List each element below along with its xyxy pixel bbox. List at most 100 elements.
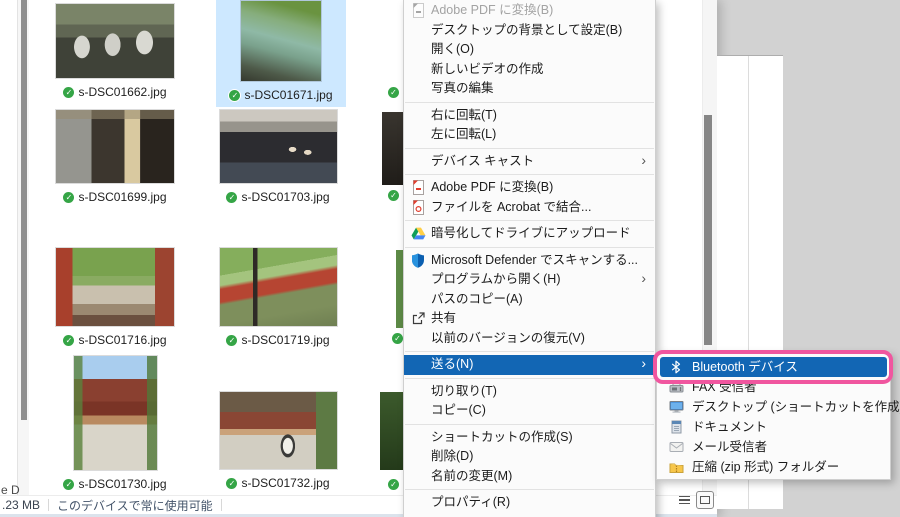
submenu-item-zip-folder[interactable]: 圧縮 (zip 形式) フォルダー	[660, 457, 887, 477]
submenu-item-mail-recipient[interactable]: メール受信者	[660, 437, 887, 457]
submenu-arrow-icon: ›	[641, 355, 646, 371]
menu-item-properties[interactable]: プロパティ(R)	[404, 493, 655, 513]
documents-icon	[668, 419, 684, 435]
submenu-item-documents[interactable]: ドキュメント	[660, 417, 887, 437]
menu-item-open[interactable]: 開く(O)	[404, 40, 655, 60]
menu-item-set-desktop-background[interactable]: デスクトップの背景として設定(B)	[404, 21, 655, 41]
sync-check-icon: ✓	[226, 191, 238, 203]
status-availability: このデバイスで常に使用可能	[57, 498, 213, 513]
sync-check-icon: ✓	[388, 479, 399, 490]
acrobat-combine-icon	[410, 199, 426, 215]
menu-item-send-to[interactable]: 送る(N) ›	[404, 355, 655, 375]
menu-separator	[405, 423, 654, 425]
menu-separator	[405, 246, 654, 248]
file-name: s-DSC01719.jpg	[241, 333, 330, 347]
menu-item-create-shortcut[interactable]: ショートカットの作成(S)	[404, 428, 655, 448]
file-tile[interactable]: ✓ s-DSC01703.jpg	[210, 110, 346, 204]
menu-item-create-new-video[interactable]: 新しいビデオの作成	[404, 60, 655, 80]
sync-check-icon: ✓	[63, 478, 75, 490]
file-name: s-DSC01716.jpg	[78, 333, 167, 347]
menu-separator	[405, 220, 654, 221]
menu-item-cast-to-device[interactable]: デバイス キャスト ›	[404, 152, 655, 172]
defender-shield-icon	[410, 252, 426, 268]
share-icon	[410, 311, 426, 327]
menu-separator	[405, 489, 654, 490]
file-tile[interactable]: ✓ s-DSC01699.jpg	[47, 110, 183, 204]
menu-separator	[405, 377, 654, 379]
nav-scrollbar-thumb[interactable]	[21, 0, 27, 420]
mail-icon	[668, 439, 684, 455]
file-name: s-DSC01730.jpg	[78, 477, 167, 491]
large-icons-view-button[interactable]	[696, 491, 714, 509]
annotation-highlight-box	[653, 350, 893, 384]
sync-check-icon: ✓	[226, 334, 238, 346]
file-tile[interactable]: ✓ s-DSC01716.jpg	[47, 248, 183, 347]
desktop-icon	[668, 399, 684, 415]
sync-check-icon: ✓	[388, 190, 399, 201]
menu-separator	[405, 174, 654, 175]
file-name: s-DSC01671.jpg	[244, 88, 333, 102]
photo-thumbnail[interactable]	[241, 1, 321, 81]
navigation-pane-sliver: e D	[0, 0, 30, 497]
adobe-pdf-icon	[410, 180, 426, 196]
status-separator	[220, 499, 222, 511]
partial-thumbnail[interactable]	[396, 250, 403, 328]
file-tile-selected[interactable]: ✓ s-DSC01671.jpg	[213, 1, 349, 102]
sync-check-icon: ✓	[226, 477, 238, 489]
photo-thumbnail[interactable]	[56, 4, 174, 78]
submenu-arrow-icon: ›	[641, 151, 646, 168]
zip-folder-icon	[668, 459, 684, 475]
sync-check-icon: ✓	[63, 86, 75, 98]
menu-item-delete[interactable]: 削除(D)	[404, 447, 655, 467]
partial-thumbnail[interactable]	[380, 392, 403, 470]
menu-item-rotate-right[interactable]: 右に回転(T)	[404, 106, 655, 126]
menu-item-adobe-pdf-convert-top[interactable]: Adobe PDF に変換(B)	[404, 1, 655, 21]
google-drive-icon	[410, 226, 426, 242]
content-scrollbar-thumb[interactable]	[704, 115, 712, 345]
status-separator	[48, 499, 50, 511]
menu-item-open-with[interactable]: プログラムから開く(H) ›	[404, 270, 655, 290]
photo-thumbnail[interactable]	[56, 110, 174, 183]
sync-check-icon: ✓	[63, 334, 75, 346]
menu-item-copy-path[interactable]: パスのコピー(A)	[404, 290, 655, 310]
file-tile[interactable]: ✓ s-DSC01662.jpg	[47, 4, 183, 99]
file-name: s-DSC01662.jpg	[78, 85, 167, 99]
photo-thumbnail[interactable]	[219, 248, 337, 326]
menu-item-cut[interactable]: 切り取り(T)	[404, 382, 655, 402]
file-tile[interactable]: ✓ s-DSC01732.jpg	[210, 392, 346, 490]
status-size: .23 MB	[2, 498, 41, 512]
menu-item-adobe-pdf-convert[interactable]: Adobe PDF に変換(B)	[404, 178, 655, 198]
menu-item-scan-with-defender[interactable]: Microsoft Defender でスキャンする...	[404, 251, 655, 271]
photo-thumbnail[interactable]	[56, 248, 174, 326]
context-menu: Adobe PDF に変換(B) デスクトップの背景として設定(B) 開く(O)…	[403, 0, 656, 517]
photo-thumbnail[interactable]	[219, 110, 337, 183]
submenu-item-desktop-shortcut[interactable]: デスクトップ (ショートカットを作成)	[660, 397, 900, 417]
menu-item-rename[interactable]: 名前の変更(M)	[404, 467, 655, 487]
menu-separator	[405, 147, 654, 149]
menu-item-restore-previous-versions[interactable]: 以前のバージョンの復元(V)	[404, 329, 655, 349]
menu-item-edit-photo[interactable]: 写真の編集	[404, 79, 655, 99]
file-name: s-DSC01703.jpg	[241, 190, 330, 204]
file-tile[interactable]: ✓ s-DSC01730.jpg	[47, 356, 183, 491]
sync-check-icon: ✓	[392, 333, 403, 344]
file-name: s-DSC01699.jpg	[78, 190, 167, 204]
sync-check-icon: ✓	[63, 191, 75, 203]
sync-check-icon: ✓	[388, 87, 399, 98]
photo-thumbnail[interactable]	[73, 356, 157, 470]
menu-item-copy[interactable]: コピー(C)	[404, 401, 655, 421]
photo-thumbnail[interactable]	[219, 392, 337, 469]
file-name: s-DSC01732.jpg	[241, 476, 330, 490]
menu-separator	[405, 351, 654, 352]
menu-item-combine-in-acrobat[interactable]: ファイルを Acrobat で結合...	[404, 198, 655, 218]
menu-item-encrypt-upload-drive[interactable]: 暗号化してドライブにアップロード	[404, 224, 655, 244]
sync-check-icon: ✓	[229, 89, 241, 101]
file-tile[interactable]: ✓ s-DSC01719.jpg	[210, 248, 346, 347]
list-view-button[interactable]	[676, 492, 693, 509]
partial-thumbnail[interactable]	[382, 112, 403, 185]
view-toggles	[676, 491, 714, 509]
menu-item-share[interactable]: 共有	[404, 309, 655, 329]
submenu-arrow-icon: ›	[641, 270, 646, 286]
menu-separator	[405, 101, 654, 103]
adobe-pdf-icon	[410, 3, 426, 19]
menu-item-rotate-left[interactable]: 左に回転(L)	[404, 125, 655, 145]
